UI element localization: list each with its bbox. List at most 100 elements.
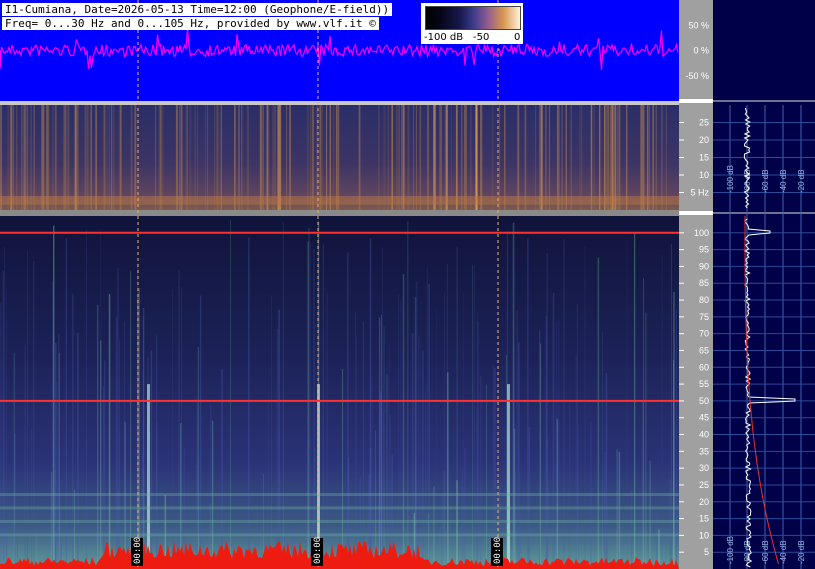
spectrogram-streak [16, 526, 18, 569]
spectrogram-streak [379, 317, 381, 569]
spectrogram-streak [568, 401, 571, 569]
high-freq-tick-label: 80 [699, 295, 709, 305]
spectrogram-streak [505, 355, 507, 569]
spectrogram-streak [480, 105, 482, 210]
spectrogram-streak [234, 105, 236, 210]
spectrogram-streak [676, 309, 677, 569]
low-freq-tick-label: 20 [699, 135, 709, 145]
spectrogram-streak [33, 105, 36, 210]
spectrogram-streak [308, 227, 310, 569]
spectrogram-streak [614, 105, 617, 210]
spectrogram-streak [90, 105, 92, 210]
spectrogram-streak [425, 391, 426, 569]
spectrogram-streak [565, 105, 567, 210]
spectrogram-streak [407, 221, 409, 569]
spectrogram-streak [307, 241, 309, 569]
spectrogram-streak [451, 105, 452, 210]
spectrum-db-label: -40 dB [779, 169, 788, 193]
spectrogram-streak [407, 105, 410, 210]
spectrogram-streak [504, 105, 506, 210]
spectrum-db-label: -60 dB [761, 540, 770, 564]
spectrogram-streak [106, 105, 108, 210]
harmonic-band [0, 493, 679, 497]
harmonic-band [0, 519, 679, 523]
spectrogram-streak [673, 360, 675, 569]
spectrogram-streak [420, 301, 422, 569]
spectrogram-streak [182, 105, 183, 210]
spectrogram-streak [155, 105, 157, 210]
spectrogram-streak [74, 105, 77, 210]
vlf-display: 50 % 0 % -50 % 5 Hz 10 15 20 25 5 10 15 20 25 30 35 40 4… [0, 0, 815, 569]
spectrogram-streak [0, 105, 2, 210]
spectrogram-streak [476, 406, 478, 569]
spectrogram-streak [68, 105, 70, 210]
spectrogram-streak [54, 105, 56, 210]
spectrogram-streak [138, 288, 140, 569]
spectrogram-streak [220, 105, 222, 210]
spectrogram-streak [186, 105, 188, 210]
spectrogram-streak [461, 469, 463, 569]
spectrogram-streak [355, 312, 357, 569]
spectrogram-streak [47, 105, 50, 210]
harmonic-band [0, 506, 679, 510]
spectrogram-streak [426, 267, 429, 569]
spectrogram-streak [214, 105, 216, 210]
spectrogram-streak [65, 105, 67, 210]
spectrogram-streak [41, 105, 43, 210]
spectrogram-streak [527, 238, 529, 569]
spectrogram-streak [486, 384, 487, 569]
spectrum-db-label: -20 dB [797, 169, 806, 193]
spectrogram-streak [655, 105, 658, 210]
spectrogram-streak [599, 105, 602, 210]
spectrogram-streak [279, 105, 282, 210]
spectrogram-streak [271, 295, 272, 569]
spectrogram-streak [605, 372, 608, 569]
spectrogram-streak [337, 105, 340, 210]
high-freq-tick-label: 70 [699, 329, 709, 339]
colorbar-tick: 0 [514, 32, 521, 43]
time-marker-label: 00:00 [311, 537, 323, 566]
spectrogram-streak [618, 451, 621, 569]
colorbar-tick: -100 dB [424, 32, 464, 43]
spectrogram-streak [648, 105, 650, 210]
spectrogram-streak [398, 105, 400, 210]
spectrogram-streak [558, 320, 560, 569]
spectrogram-streak [401, 105, 403, 210]
spectrogram-streak [22, 105, 24, 210]
spectrogram-streak [267, 105, 270, 210]
spectrogram-streak [570, 105, 572, 210]
spectrogram-streak [402, 274, 405, 569]
panel-separator [0, 101, 679, 105]
high-freq-tick-label: 45 [699, 413, 709, 423]
waveform-tick-label: 0 % [693, 46, 709, 56]
spectrogram-streak [66, 105, 68, 210]
spectrogram-streak [172, 289, 173, 569]
spectrogram-low [0, 105, 679, 210]
spectrogram-streak [275, 390, 276, 569]
high-freq-tick-label: 85 [699, 278, 709, 288]
high-freq-tick-label: 90 [699, 261, 709, 271]
spectrum-db-label: -40 dB [779, 540, 788, 564]
spectrogram-streak [647, 105, 649, 210]
spectrogram-streak [130, 105, 133, 210]
spectrogram-streak [580, 105, 583, 210]
spectrogram-streak [415, 455, 417, 569]
high-freq-tick-label: 15 [699, 514, 709, 524]
spectrogram-streak [563, 239, 565, 569]
spectrogram-streak [86, 229, 87, 569]
spectrogram-streak [237, 105, 240, 210]
spectrogram-streak [604, 451, 606, 569]
spectrogram-streak [207, 105, 209, 210]
spectrogram-streak [115, 316, 118, 569]
spectrogram-streak [603, 105, 605, 210]
spectrogram-streak [56, 381, 58, 569]
spectrogram-streak [50, 381, 52, 569]
spectrogram-streak [387, 105, 389, 210]
spectrogram-streak [326, 292, 328, 569]
spectrogram-streak [230, 220, 231, 569]
spectrogram-streak [160, 105, 162, 210]
spectrogram-streak [473, 266, 475, 569]
spectrogram-streak [23, 105, 26, 210]
spectrogram-streak [383, 326, 385, 569]
header-title: I1-Cumiana, Date=2026-05-13 Time=12:00 (… [2, 3, 393, 16]
